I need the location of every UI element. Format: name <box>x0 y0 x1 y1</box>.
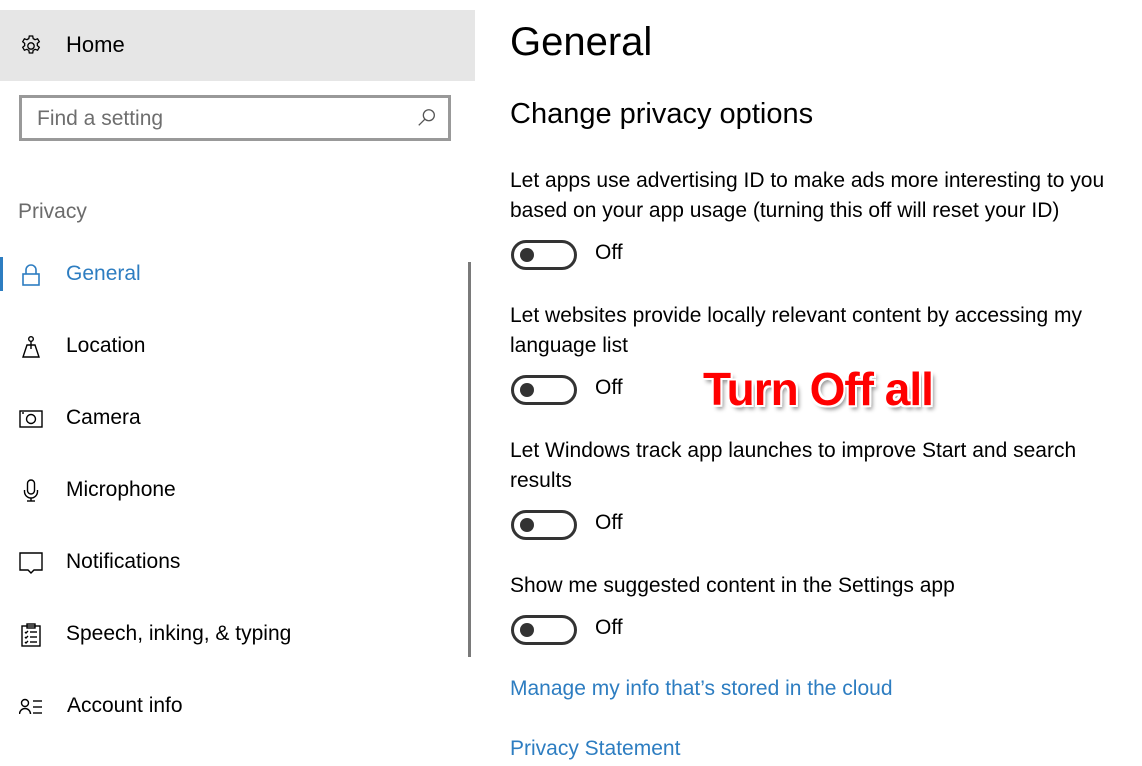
turn-off-all-annotation: Turn Off all <box>703 363 934 415</box>
toggle-knob <box>520 248 534 262</box>
home-label: Home <box>66 32 125 57</box>
lock-icon <box>22 264 40 286</box>
option-description-line1: Let websites provide locally relevant co… <box>510 304 1082 327</box>
sidebar-item-label: Account info <box>67 694 183 717</box>
notifications-icon <box>19 552 43 574</box>
sidebar-item-label: Notifications <box>66 550 181 573</box>
sidebar: Home Privacy General <box>0 0 478 766</box>
section-title: Change privacy options <box>510 98 814 130</box>
location-icon <box>22 336 40 358</box>
page-title: General <box>510 20 653 64</box>
track-app-launches-toggle[interactable] <box>511 510 577 540</box>
sidebar-item-general[interactable]: General <box>0 250 460 300</box>
active-indicator <box>0 257 3 291</box>
manage-cloud-info-link[interactable]: Manage my info that’s stored in the clou… <box>510 677 893 701</box>
privacy-statement-link[interactable]: Privacy Statement <box>510 737 680 761</box>
search-icon[interactable] <box>416 107 438 129</box>
toggle-state-label: Off <box>595 376 623 399</box>
toggle-state-label: Off <box>595 511 623 534</box>
home-button[interactable]: Home <box>0 10 475 81</box>
gear-icon <box>21 35 41 54</box>
option-track-app-launches: Let Windows track app launches to improv… <box>510 436 1142 544</box>
sidebar-item-camera[interactable]: Camera <box>0 394 460 444</box>
option-advertising-id: Let apps use advertising ID to make ads … <box>510 166 1142 274</box>
sidebar-item-notifications[interactable]: Notifications <box>0 538 460 588</box>
sidebar-item-label: Speech, inking, & typing <box>66 622 292 645</box>
suggested-content-toggle[interactable] <box>511 615 577 645</box>
option-description-line1: Let apps use advertising ID to make ads … <box>510 169 1105 192</box>
option-description-line2: results <box>510 469 572 492</box>
sidebar-item-speech-inking-typing[interactable]: Speech, inking, & typing <box>0 610 460 660</box>
toggle-knob <box>520 518 534 532</box>
section-label-privacy: Privacy <box>18 200 87 223</box>
language-list-toggle[interactable] <box>511 375 577 405</box>
sidebar-item-label: Microphone <box>66 478 176 501</box>
sidebar-item-label: Location <box>66 334 146 357</box>
option-description-line2: based on your app usage (turning this of… <box>510 199 1060 222</box>
clipboard-icon <box>21 623 41 647</box>
search-box[interactable] <box>19 95 451 141</box>
search-input[interactable] <box>22 98 419 140</box>
option-description-line1: Show me suggested content in the Setting… <box>510 574 955 597</box>
sidebar-scrollbar[interactable] <box>468 262 471 657</box>
sidebar-item-account-info[interactable]: Account info <box>0 682 460 732</box>
option-suggested-content: Show me suggested content in the Setting… <box>510 571 1142 649</box>
option-description-line1: Let Windows track app launches to improv… <box>510 439 1077 462</box>
toggle-state-label: Off <box>595 616 623 639</box>
microphone-icon <box>23 479 39 502</box>
sidebar-item-label: Camera <box>66 406 141 429</box>
toggle-knob <box>520 623 534 637</box>
toggle-knob <box>520 383 534 397</box>
settings-window: Home Privacy General <box>0 0 1142 766</box>
camera-icon <box>19 410 43 428</box>
sidebar-item-label: General <box>66 262 141 285</box>
advertising-id-toggle[interactable] <box>511 240 577 270</box>
account-info-icon <box>19 698 42 715</box>
option-description-line2: language list <box>510 334 628 357</box>
sidebar-item-location[interactable]: Location <box>0 322 460 372</box>
sidebar-item-microphone[interactable]: Microphone <box>0 466 460 516</box>
toggle-state-label: Off <box>595 241 623 264</box>
